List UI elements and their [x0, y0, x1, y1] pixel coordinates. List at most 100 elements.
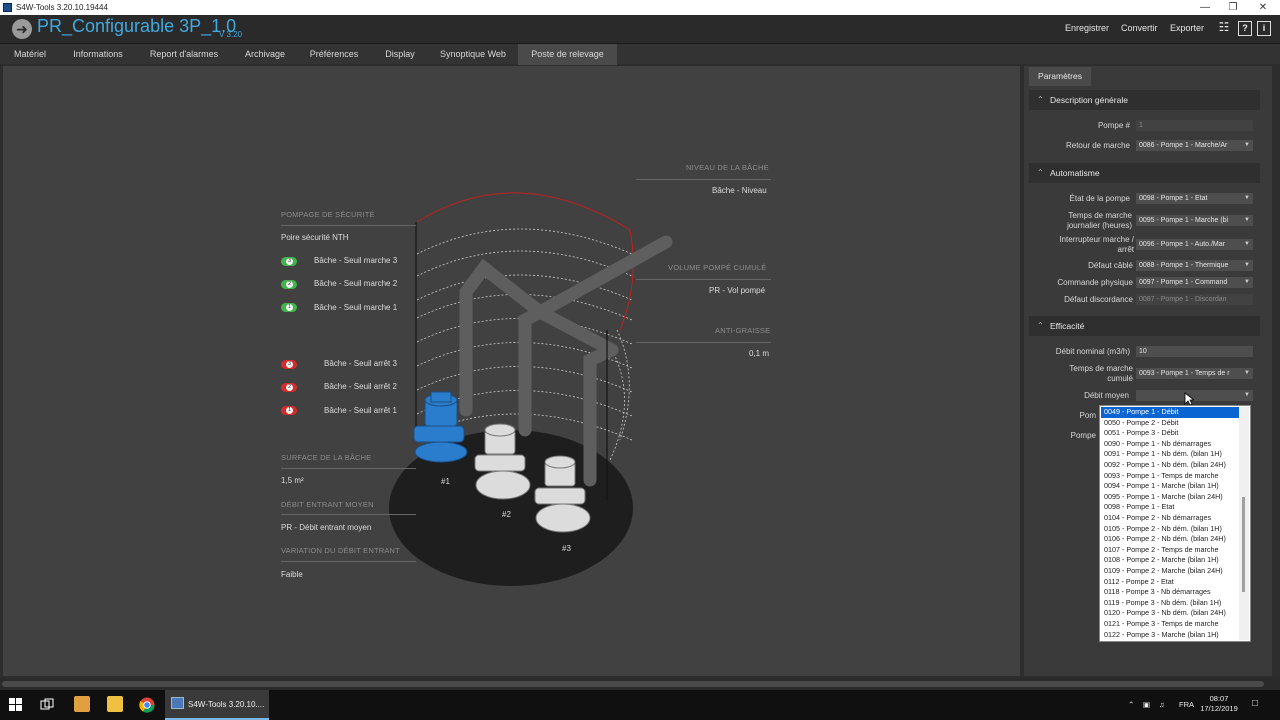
chevron-down-icon: ▼	[1244, 262, 1250, 268]
retour-select[interactable]: 0086 - Pompe 1 - Marche/Ar ▼	[1136, 140, 1253, 151]
dropdown-option[interactable]: 0093 - Pompe 1 - Temps de marche	[1101, 471, 1239, 482]
commande-select[interactable]: 0097 - Pompe 1 - Command ▼	[1136, 277, 1253, 288]
file-explorer-icon[interactable]	[107, 696, 123, 712]
save-link[interactable]: Enregistrer	[1065, 23, 1109, 33]
taskbar-s4w-app[interactable]: S4W-Tools 3.20.10....	[165, 690, 269, 720]
arret-2-badge: 2	[281, 383, 297, 392]
seuil-arret-1[interactable]: Bâche - Seuil arrêt 1	[324, 406, 397, 415]
etat-select[interactable]: 0098 - Pompe 1 - Etat ▼	[1136, 193, 1253, 204]
marche-1-badge: 1	[281, 303, 297, 312]
seuil-arret-2[interactable]: Bâche - Seuil arrêt 2	[324, 382, 397, 391]
dropdown-option[interactable]: 0090 - Pompe 1 - Nb démarrages	[1101, 439, 1239, 450]
dropdown-option[interactable]: 0118 - Pompe 3 - Nb démarrages	[1101, 587, 1239, 598]
discordance-label: Défaut discordance	[1064, 295, 1133, 304]
help-icon[interactable]: ?	[1238, 21, 1252, 36]
niveau-value[interactable]: Bâche - Niveau	[712, 186, 767, 195]
dropdown-option[interactable]: 0098 - Pompe 1 - Etat	[1101, 502, 1239, 513]
pompe-partial-label-2: Pompe	[1070, 431, 1096, 440]
debit-moyen-dropdown[interactable]: 0049 - Pompe 1 - Débit 0050 - Pompe 2 - D…	[1099, 405, 1251, 642]
clock[interactable]: 08:07 17/12/2019	[1199, 694, 1239, 714]
network-tray-icon[interactable]: ▣	[1143, 700, 1150, 709]
chevron-down-icon: ▼	[1244, 392, 1250, 398]
seuil-arret-3[interactable]: Bâche - Seuil arrêt 3	[324, 359, 397, 368]
network-icon[interactable]: ☷	[1217, 21, 1231, 36]
dropdown-option[interactable]: 0109 - Pompe 2 - Marche (bilan 24H)	[1101, 566, 1239, 577]
mouse-cursor-icon	[1184, 392, 1194, 406]
discordance-field: 0087 - Pompe 1 - Discordan	[1136, 294, 1253, 305]
variation-value[interactable]: Faible	[281, 570, 303, 579]
close-icon[interactable]: ✕	[1248, 0, 1278, 15]
dropdown-scrollbar[interactable]	[1239, 407, 1249, 640]
chevron-down-icon: ▼	[1244, 370, 1250, 376]
notifications-icon[interactable]: □	[1252, 698, 1258, 709]
dropdown-option[interactable]: 0112 - Pompe 2 - Etat	[1101, 577, 1239, 588]
overflow-level-arc	[416, 192, 634, 331]
dropdown-option[interactable]: 0121 - Pompe 3 - Temps de marche	[1101, 619, 1239, 630]
temps-jour-label-2: journalier (heures)	[1067, 221, 1132, 230]
temps-cumule-select[interactable]: 0093 - Pompe 1 - Temps de r ▼	[1136, 368, 1253, 379]
chevron-up-icon: ⌃	[1037, 321, 1044, 330]
anti-graisse-value[interactable]: 0,1 m	[749, 349, 769, 358]
dropdown-option[interactable]: 0108 - Pompe 2 - Marche (bilan 1H)	[1101, 555, 1239, 566]
surface-header: SURFACE DE LA BÂCHE	[281, 453, 372, 462]
surface-value[interactable]: 1,5 m²	[281, 476, 304, 485]
windows-start-icon[interactable]	[9, 698, 25, 714]
info-icon[interactable]: i	[1257, 21, 1271, 36]
debit-nominal-input[interactable]: 10	[1136, 346, 1253, 357]
horizontal-scroll-thumb[interactable]	[2, 681, 1264, 687]
defaut-cable-select[interactable]: 0088 - Pompe 1 - Thermique ▼	[1136, 260, 1253, 271]
horizontal-scrollbar[interactable]	[0, 678, 1280, 690]
section-automatisme[interactable]: ⌃ Automatisme	[1029, 163, 1260, 183]
dropdown-option[interactable]: 0049 - Pompe 1 - Débit	[1101, 407, 1239, 418]
chevron-down-icon: ▼	[1244, 217, 1250, 223]
volume-icon[interactable]: ♫	[1159, 700, 1165, 709]
dropdown-option[interactable]: 0095 - Pompe 1 - Marche (bilan 24H)	[1101, 492, 1239, 503]
debit-moyen-label: Débit moyen	[1084, 391, 1129, 400]
dropdown-option[interactable]: 0107 - Pompe 2 - Temps de marche	[1101, 545, 1239, 556]
dropdown-option[interactable]: 0094 - Pompe 1 - Marche (bilan 1H)	[1101, 481, 1239, 492]
language-indicator[interactable]: FRA	[1179, 700, 1194, 709]
debit-nominal-label: Débit nominal (m3/h)	[1055, 347, 1130, 356]
seuil-marche-1[interactable]: Bâche - Seuil marche 1	[314, 303, 397, 312]
dropdown-option[interactable]: 0105 - Pompe 2 - Nb dém. (bilan 1H)	[1101, 524, 1239, 535]
minimize-icon[interactable]: —	[1190, 0, 1220, 15]
task-view-icon[interactable]	[40, 698, 56, 714]
chrome-icon[interactable]	[139, 697, 155, 713]
export-link[interactable]: Exporter	[1170, 23, 1204, 33]
dropdown-scroll-thumb[interactable]	[1242, 497, 1245, 592]
restore-icon[interactable]: ❐	[1218, 0, 1248, 15]
dropdown-option[interactable]: 0104 - Pompe 2 - Nb démarrages	[1101, 513, 1239, 524]
dropdown-option[interactable]: 0051 - Pompe 3 - Débit	[1101, 428, 1239, 439]
debit-entrant-value[interactable]: PR - Débit entrant moyen	[281, 523, 371, 532]
taskbar: S4W-Tools 3.20.10.... ⌃ ▣ ♫ FRA 08:07 17…	[0, 690, 1280, 720]
photos-app-icon[interactable]	[74, 696, 90, 712]
dropdown-option[interactable]: 0119 - Pompe 3 - Nb dém. (bilan 1H)	[1101, 598, 1239, 609]
tab-parametres[interactable]: Paramètres	[1029, 67, 1091, 86]
temps-cumule-label-2: cumulé	[1107, 374, 1133, 383]
seuil-marche-2[interactable]: Bâche - Seuil marche 2	[314, 279, 397, 288]
tray-chevron-icon[interactable]: ⌃	[1128, 700, 1134, 709]
pompe-num-field: 1	[1136, 120, 1253, 131]
securite-value[interactable]: Poire sécurité NTH	[281, 233, 349, 242]
dropdown-option[interactable]: 0050 - Pompe 2 - Débit	[1101, 418, 1239, 429]
dropdown-option[interactable]: 0091 - Pompe 1 - Nb dém. (bilan 1H)	[1101, 449, 1239, 460]
section-description[interactable]: ⌃ Description générale	[1029, 90, 1260, 110]
interrupteur-label-2: arrêt	[1117, 245, 1134, 254]
dropdown-option[interactable]: 0092 - Pompe 1 - Nb dém. (bilan 24H)	[1101, 460, 1239, 471]
convert-link[interactable]: Convertir	[1121, 23, 1158, 33]
volume-value[interactable]: PR - Vol pompé	[709, 286, 765, 295]
pump-1-label: #1	[441, 477, 450, 486]
commande-label: Commande physique	[1057, 278, 1133, 287]
chevron-down-icon: ▼	[1244, 241, 1250, 247]
securite-header: POMPAGE DE SÉCURITÉ	[281, 210, 375, 219]
interrupteur-select[interactable]: 0096 - Pompe 1 - Auto./Mar ▼	[1136, 239, 1253, 250]
marche-3-badge: 3	[281, 257, 297, 266]
dropdown-option[interactable]: 0106 - Pompe 2 - Nb dém. (bilan 24H)	[1101, 534, 1239, 545]
dropdown-option[interactable]: 0122 - Pompe 3 - Marche (bilan 1H)	[1101, 630, 1239, 641]
temps-jour-label-1: Temps de marche	[1068, 211, 1132, 220]
seuil-marche-3[interactable]: Bâche - Seuil marche 3	[314, 256, 397, 265]
section-efficacite[interactable]: ⌃ Efficacité	[1029, 316, 1260, 336]
dropdown-option[interactable]: 0120 - Pompe 3 - Nb dém. (bilan 24H)	[1101, 608, 1239, 619]
debit-moyen-select[interactable]: ▼	[1136, 390, 1253, 401]
temps-jour-select[interactable]: 0095 - Pompe 1 - Marche (bi ▼	[1136, 215, 1253, 226]
